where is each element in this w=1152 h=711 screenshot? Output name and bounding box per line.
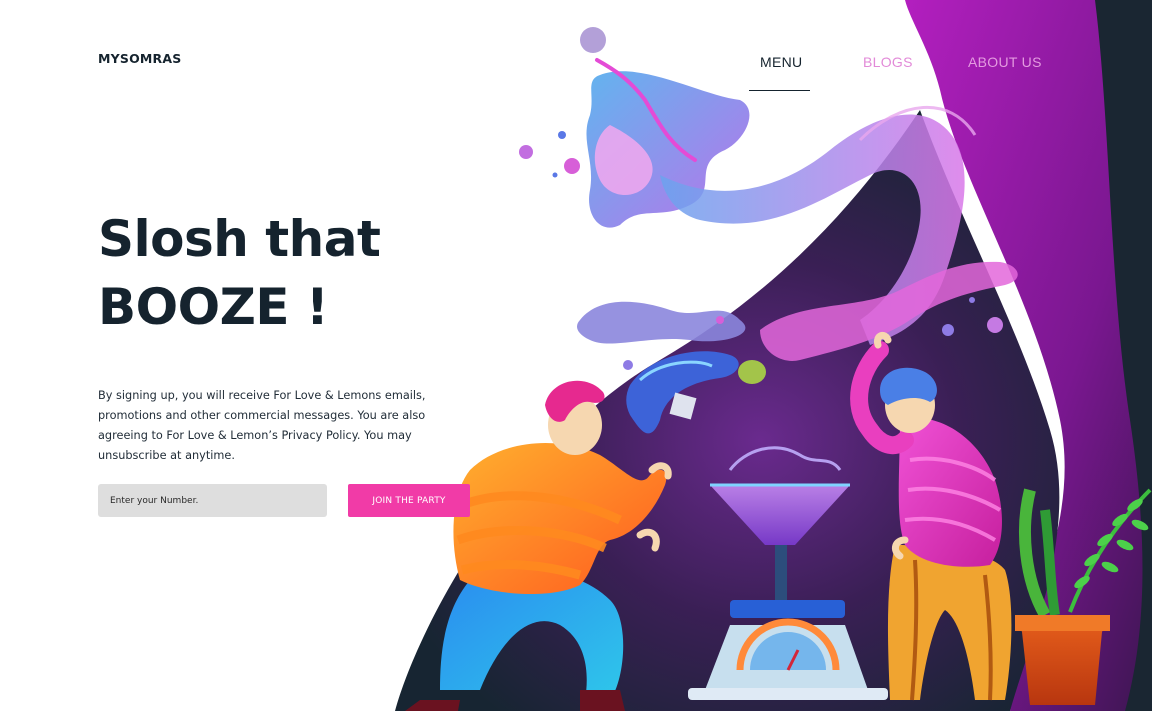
brand-logo[interactable]: MYSOMRAS [98,51,181,66]
join-the-party-button[interactable]: JOIN THE PARTY [348,484,470,517]
nav-active-underline [749,90,810,91]
phone-number-input[interactable] [98,484,327,517]
signup-disclaimer: By signing up, you will receive For Love… [98,389,426,462]
nav-item-about-us[interactable]: ABOUT US [968,54,1042,70]
hero-headline-line-2: BOOZE ! [98,278,329,336]
hero-headline: Slosh that BOOZE ! [98,205,381,341]
nav-item-menu[interactable]: MENU [760,54,802,70]
hero-headline-line-1: Slosh that [98,210,381,268]
cocktail-party-illustration [395,0,1152,711]
nav-item-blogs[interactable]: BLOGS [863,54,913,70]
